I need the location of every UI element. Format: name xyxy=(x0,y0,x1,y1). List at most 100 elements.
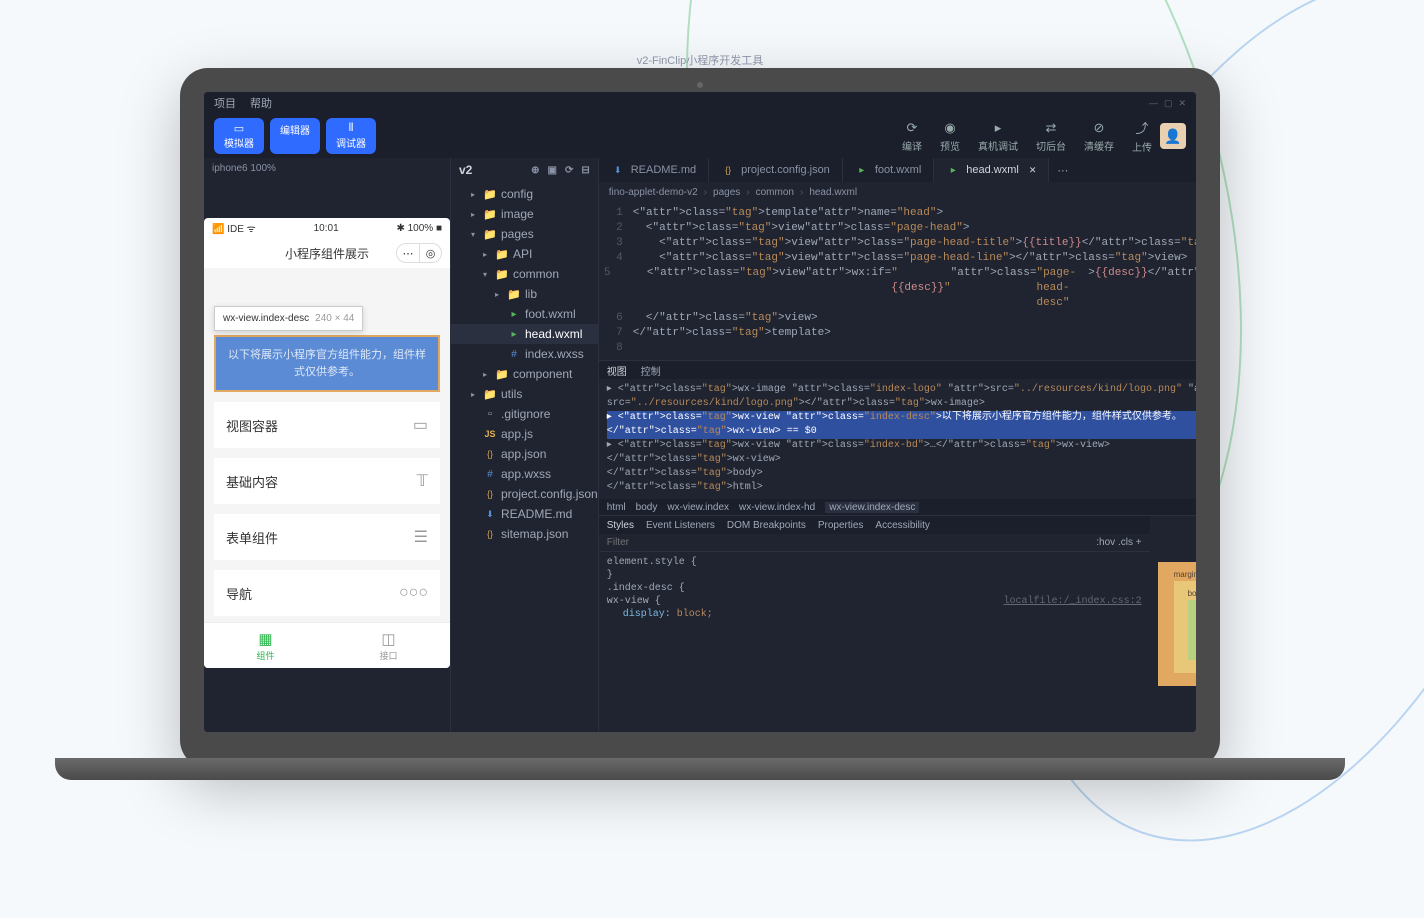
collapse-icon[interactable]: ⊟ xyxy=(581,165,589,176)
menubar: 项目 帮助 v2-FinClip小程序开发工具 — ▢ ✕ xyxy=(204,92,1196,114)
dom-row[interactable]: </"attr">class="tag">body> xyxy=(607,467,1196,481)
status-time: 10:01 xyxy=(314,223,339,234)
mode-button-0[interactable]: ▭模拟器 xyxy=(214,118,264,154)
minimize-icon[interactable]: — xyxy=(1149,98,1158,109)
device-label: iphone6 100% xyxy=(204,158,450,178)
dom-row[interactable]: </"attr">class="tag">wx-view> xyxy=(607,453,1196,467)
styles-filter-input[interactable] xyxy=(607,537,687,548)
styles-tab[interactable]: Event Listeners xyxy=(646,520,715,531)
dom-row[interactable]: ▸ <"attr">class="tag">wx-view "attr">cla… xyxy=(607,439,1196,453)
avatar[interactable]: 👤 xyxy=(1160,123,1186,149)
styles-tab[interactable]: Properties xyxy=(818,520,864,531)
devtools-tab-view[interactable]: 视图 xyxy=(607,363,627,378)
new-folder-icon[interactable]: ▣ xyxy=(548,165,557,176)
new-file-icon[interactable]: ⊕ xyxy=(531,165,539,176)
page-title: 小程序组件展示 xyxy=(285,245,369,262)
dom-tree[interactable]: ▸ <"attr">class="tag">wx-image "attr">cl… xyxy=(599,379,1196,499)
tree-item[interactable]: ⬇README.md xyxy=(451,504,598,524)
breadcrumb-item[interactable]: common xyxy=(756,187,794,198)
tooltip-dimensions: 240 × 44 xyxy=(315,313,354,324)
breadcrumb-item[interactable]: fino-applet-demo-v2 xyxy=(609,187,698,198)
action-清缓存[interactable]: ⊘清缓存 xyxy=(1084,120,1114,153)
list-item[interactable]: 基础内容𝕋 xyxy=(214,458,440,504)
list-item[interactable]: 表单组件☰ xyxy=(214,514,440,560)
box-model: margin 10 border – padding – 240 × 44 – … xyxy=(1150,516,1196,732)
code-editor[interactable]: 1<"attr">class="tag">template "attr">nam… xyxy=(599,202,1196,360)
tree-item[interactable]: {}app.json xyxy=(451,444,598,464)
styles-filter-controls[interactable]: :hov .cls + xyxy=(1096,537,1141,548)
styles-body[interactable]: element.style {}.index-desc {</span></di… xyxy=(599,552,1150,625)
tab-bar: ▦组件◫接口 xyxy=(204,622,450,668)
tree-item[interactable]: ▾📁pages xyxy=(451,224,598,244)
crumb-item[interactable]: wx-view.index xyxy=(667,502,729,513)
tree-item[interactable]: ▸📁image xyxy=(451,204,598,224)
dom-row[interactable]: </"attr">class="tag">html> xyxy=(607,481,1196,495)
tab-组件[interactable]: ▦组件 xyxy=(204,623,327,668)
styles-tab[interactable]: Styles xyxy=(607,520,634,531)
tree-item[interactable]: {}project.config.json xyxy=(451,484,598,504)
inspect-highlight: 以下将展示小程序官方组件能力，组件样式仅供参考。 xyxy=(214,335,440,392)
tree-item[interactable]: ▸📁config xyxy=(451,184,598,204)
tree-item[interactable]: #app.wxss xyxy=(451,464,598,484)
dom-row[interactable]: ▸ <"attr">class="tag">wx-image "attr">cl… xyxy=(607,383,1196,411)
styles-tab[interactable]: Accessibility xyxy=(875,520,929,531)
devtools-tab-console[interactable]: 控制 xyxy=(641,363,661,378)
action-上传[interactable]: ⤴上传 xyxy=(1132,118,1152,154)
capsule-menu-icon[interactable]: ⋯ xyxy=(397,244,419,262)
tree-item[interactable]: ▸📁utils xyxy=(451,384,598,404)
breadcrumb-item[interactable]: pages xyxy=(713,187,740,198)
crumb-item[interactable]: wx-view.index-desc xyxy=(825,502,919,513)
editor-tab[interactable]: ⬇README.md xyxy=(599,158,709,182)
list-item[interactable]: 导航○○○ xyxy=(214,570,440,616)
capsule[interactable]: ⋯ ◎ xyxy=(396,243,442,263)
tree-item[interactable]: #index.wxss xyxy=(451,344,598,364)
action-编译[interactable]: ⟳编译 xyxy=(902,120,922,153)
mode-button-1[interactable]: 编辑器 xyxy=(270,118,320,154)
tree-item[interactable]: {}sitemap.json xyxy=(451,524,598,544)
menu-project[interactable]: 项目 xyxy=(214,95,236,111)
breadcrumb: fino-applet-demo-v2›pages›common›head.wx… xyxy=(599,182,1196,202)
status-bar: 📶 IDE ᯤ 10:01 ✱ 100% ■ xyxy=(204,218,450,238)
styles-tab[interactable]: DOM Breakpoints xyxy=(727,520,806,531)
tree-item[interactable]: ▸📁component xyxy=(451,364,598,384)
tree-item[interactable]: ▫.gitignore xyxy=(451,404,598,424)
crumb-item[interactable]: body xyxy=(636,502,658,513)
nav-bar: 小程序组件展示 ⋯ ◎ xyxy=(204,238,450,268)
maximize-icon[interactable]: ▢ xyxy=(1164,98,1173,109)
status-left: 📶 IDE ᯤ xyxy=(212,221,256,235)
action-预览[interactable]: ◉预览 xyxy=(940,120,960,153)
tab-接口[interactable]: ◫接口 xyxy=(327,623,450,668)
tree-root: v2 xyxy=(459,163,472,177)
more-tabs-icon[interactable]: ⋯ xyxy=(1049,158,1076,182)
list-item[interactable]: 视图容器▭ xyxy=(214,402,440,448)
tree-item[interactable]: ▸foot.wxml xyxy=(451,304,598,324)
phone-frame: 📶 IDE ᯤ 10:01 ✱ 100% ■ 小程序组件展示 ⋯ ◎ wx-vi… xyxy=(204,218,450,668)
action-真机调试[interactable]: ▸真机调试 xyxy=(978,120,1018,153)
dom-row[interactable]: ▸ <"attr">class="tag">wx-view "attr">cla… xyxy=(607,411,1196,439)
tree-item[interactable]: ▸📁lib xyxy=(451,284,598,304)
tree-item[interactable]: ▸head.wxml xyxy=(451,324,598,344)
editor-tab[interactable]: ▸head.wxml✕ xyxy=(934,158,1049,182)
file-tree-pane: v2 ⊕ ▣ ⟳ ⊟ ▸📁config▸📁image▾📁pages▸📁API▾📁… xyxy=(450,158,598,732)
tree-item[interactable]: ▾📁common xyxy=(451,264,598,284)
tree-item[interactable]: ▸📁API xyxy=(451,244,598,264)
refresh-icon[interactable]: ⟳ xyxy=(565,165,573,176)
simulator-pane: iphone6 100% 📶 IDE ᯤ 10:01 ✱ 100% ■ 小程序组… xyxy=(204,158,450,732)
styles-tabs: Styles Event Listeners DOM Breakpoints Prop… xyxy=(599,516,1150,534)
crumb-item[interactable]: html xyxy=(607,502,626,513)
toolbar: ▭模拟器编辑器⫴调试器 ⟳编译 ◉预览 ▸真机调试 ⇄切后台 ⊘清缓存 ⤴上传 👤 xyxy=(204,114,1196,158)
action-切后台[interactable]: ⇄切后台 xyxy=(1036,120,1066,153)
devtools: 视图 控制 ▸ <"attr">class="tag">wx-image "at… xyxy=(599,360,1196,732)
capsule-close-icon[interactable]: ◎ xyxy=(419,244,441,262)
close-tab-icon[interactable]: ✕ xyxy=(1029,165,1037,176)
editor-pane: ⬇README.md{}project.config.json▸foot.wxm… xyxy=(598,158,1196,732)
editor-tab[interactable]: ▸foot.wxml xyxy=(843,158,934,182)
menu-help[interactable]: 帮助 xyxy=(250,95,272,111)
mode-button-2[interactable]: ⫴调试器 xyxy=(326,118,376,154)
crumb-item[interactable]: wx-view.index-hd xyxy=(739,502,815,513)
breadcrumb-item[interactable]: head.wxml xyxy=(809,187,857,198)
devtools-tabs: 视图 控制 xyxy=(599,361,1196,379)
editor-tab[interactable]: {}project.config.json xyxy=(709,158,843,182)
close-icon[interactable]: ✕ xyxy=(1178,98,1186,109)
tree-item[interactable]: JSapp.js xyxy=(451,424,598,444)
